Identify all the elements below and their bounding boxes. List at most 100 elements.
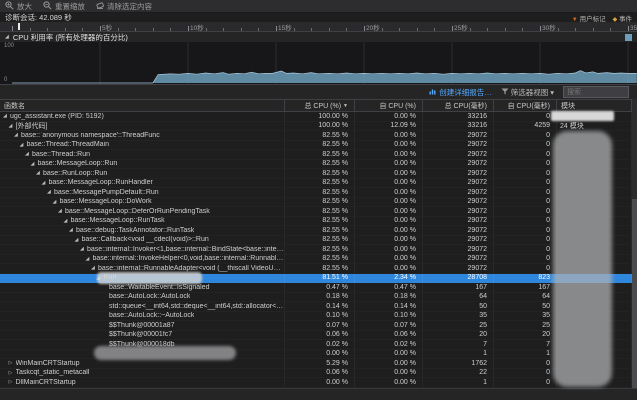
cpu-legend-swatch — [625, 34, 632, 41]
tree-expander-icon[interactable]: ◢ — [86, 256, 93, 262]
create-report-link[interactable]: 创建详细报告… — [429, 87, 492, 98]
table-row[interactable]: ◢[外部代码]100.00 %12.09 %33216425924 模块 — [0, 122, 632, 132]
vertical-scrollbar[interactable] — [632, 99, 637, 388]
total-cpu-ms: 29072 — [423, 150, 494, 159]
self-cpu-pct: 0.47 % — [355, 283, 423, 292]
table-row[interactable]: ◢base::MessageLoop::DeferOrRunPendingTas… — [0, 207, 632, 217]
module-name — [557, 369, 632, 378]
table-row[interactable]: ◢base::internal::Invoker<1,base::interna… — [0, 245, 632, 255]
column-header-3[interactable]: 总 CPU(毫秒) — [423, 100, 494, 111]
table-row[interactable]: base::AutoLock::~AutoLock0.10 %0.10 %353… — [0, 312, 632, 322]
tree-expander-icon[interactable]: ◢ — [3, 113, 10, 119]
tree-expander-icon[interactable]: ◢ — [9, 123, 16, 129]
table-row[interactable]: ◢base::`anonymous namespace'::ThreadFunc… — [0, 131, 632, 141]
table-row[interactable]: ▷DllMainCRTStartup0.00 %0.00 %10 — [0, 378, 632, 388]
column-header-4[interactable]: 自 CPU(毫秒) — [494, 100, 557, 111]
self-cpu-pct: 0.00 % — [355, 245, 423, 254]
call-tree: ◢ugc_assistant.exe (PID: 5192)100.00 %0.… — [0, 112, 632, 388]
module-name — [557, 207, 632, 216]
self-cpu-pct: 0.00 % — [355, 141, 423, 150]
function-name: base::RunLoop::Run — [43, 170, 107, 177]
playhead-caret[interactable] — [18, 23, 20, 30]
table-row[interactable]: ◢ugc_assistant.exe (PID: 5192)100.00 %0.… — [0, 112, 632, 122]
search-input[interactable] — [563, 86, 629, 98]
function-name: base::Callback<void __cdecl(void)>::Run — [82, 236, 209, 243]
total-cpu-ms: 29072 — [423, 217, 494, 226]
filter-label: 筛选器视图 — [511, 87, 549, 98]
table-row[interactable]: ▷Taskcqt_static_metacall0.06 %0.00 %220 — [0, 369, 632, 379]
function-name-cell: ◢base::MessagePumpDefault::Run — [0, 188, 285, 197]
self-cpu-ms: 64 — [494, 293, 557, 302]
table-row[interactable]: ◢base::MessageLoop::Run82.55 %0.00 %2907… — [0, 160, 632, 170]
table-row[interactable]: ◢Run81.51 %2.34 %28708823 — [0, 274, 632, 284]
table-row[interactable]: ◢base::MessageLoop::DoWork82.55 %0.00 %2… — [0, 198, 632, 208]
table-row[interactable]: 0.00 %0.00 %11 — [0, 350, 632, 360]
module-name — [557, 179, 632, 188]
table-row[interactable]: ◢base::internal::RunnableAdapter<void (_… — [0, 264, 632, 274]
total-cpu-pct: 82.55 % — [285, 245, 355, 254]
tree-expander-icon[interactable]: ◢ — [25, 151, 32, 157]
horizontal-scrollbar[interactable] — [0, 388, 637, 400]
cpu-plot[interactable]: 100 0 — [0, 42, 637, 85]
tree-expander-icon[interactable]: ◢ — [91, 265, 98, 271]
total-cpu-ms: 29072 — [423, 131, 494, 140]
tree-expander-icon[interactable]: ◢ — [20, 142, 27, 148]
self-cpu-ms: 0 — [494, 255, 557, 264]
zoom-in-button[interactable]: 放大 — [5, 1, 32, 12]
clear-selection-button[interactable]: 清除选定内容 — [96, 1, 152, 12]
tree-expander-icon[interactable]: ◢ — [80, 246, 87, 252]
tree-expander-icon[interactable]: ◢ — [69, 227, 76, 233]
self-cpu-pct: 0.02 % — [355, 340, 423, 349]
tree-expander-icon[interactable]: ▷ — [9, 370, 16, 376]
table-row[interactable]: ◢base::RunLoop::Run82.55 %0.00 %290720 — [0, 169, 632, 179]
tree-expander-icon[interactable]: ◢ — [58, 208, 65, 214]
tree-expander-icon[interactable]: ▷ — [9, 379, 16, 385]
module-name — [557, 350, 632, 359]
table-row[interactable]: ◢base::MessageLoop::RunTask82.55 %0.00 %… — [0, 217, 632, 227]
total-cpu-ms: 25 — [423, 321, 494, 330]
tree-expander-icon[interactable]: ◢ — [75, 237, 82, 243]
tree-expander-icon[interactable]: ◢ — [42, 180, 49, 186]
total-cpu-pct: 82.55 % — [285, 188, 355, 197]
table-row[interactable]: ◢base::Callback<void __cdecl(void)>::Run… — [0, 236, 632, 246]
function-name-cell: ◢base::MessageLoop::DeferOrRunPendingTas… — [0, 207, 285, 216]
self-cpu-pct: 0.07 % — [355, 321, 423, 330]
tree-expander-icon[interactable]: ◢ — [53, 199, 60, 205]
filter-dropdown[interactable]: 筛选器视图 ▾ — [501, 87, 554, 98]
table-row[interactable]: ◢base::internal::InvokeHelper<0,void,bas… — [0, 255, 632, 265]
tree-expander-icon[interactable]: ◢ — [47, 189, 54, 195]
column-header-5[interactable]: 模块 — [557, 100, 632, 111]
tree-expander-icon[interactable]: ◢ — [97, 275, 104, 281]
table-row[interactable]: $$Thunk@000018db0.02 %0.02 %77 — [0, 340, 632, 350]
scrollbar-thumb[interactable] — [632, 199, 637, 400]
column-header-2[interactable]: 自 CPU (%) — [355, 100, 423, 111]
table-row[interactable]: ◢base::Thread::ThreadMain82.55 %0.00 %29… — [0, 141, 632, 151]
table-row[interactable]: std::queue<__int64,std::deque<__int64,st… — [0, 302, 632, 312]
total-cpu-ms: 29072 — [423, 179, 494, 188]
cpu-utilization-chart[interactable] — [0, 42, 637, 84]
column-header-1[interactable]: 总 CPU (%)▼ — [285, 100, 355, 111]
table-row[interactable]: ▷WinMainCRTStartup5.29 %0.00 %17620 — [0, 359, 632, 369]
cpu-section-header[interactable]: ◢ CPU 利用率 (所有处理器的百分比) — [0, 31, 637, 42]
tree-expander-icon[interactable]: ◢ — [36, 170, 43, 176]
function-name-cell: ◢[外部代码] — [0, 122, 285, 131]
function-name: base::MessageLoop::DeferOrRunPendingTask — [65, 208, 210, 215]
table-row[interactable]: ◢base::Thread::Run82.55 %0.00 %290720 — [0, 150, 632, 160]
table-row[interactable]: base::WaitableEvent::IsSignaled0.47 %0.4… — [0, 283, 632, 293]
self-cpu-ms: 0 — [494, 141, 557, 150]
tree-expander-icon[interactable]: ▷ — [9, 360, 16, 366]
tree-expander-icon[interactable]: ◢ — [64, 218, 71, 224]
table-row[interactable]: $$Thunk@00001a870.07 %0.07 %2525 — [0, 321, 632, 331]
module-name — [557, 169, 632, 178]
table-row[interactable]: base::AutoLock::AutoLock0.18 %0.18 %6464 — [0, 293, 632, 303]
table-row[interactable]: ◢base::debug::TaskAnnotator::RunTask82.5… — [0, 226, 632, 236]
table-row[interactable]: $$Thunk@00001fc70.06 %0.06 %2020 — [0, 331, 632, 341]
tree-expander-icon[interactable]: ◢ — [31, 161, 38, 167]
tree-expander-icon[interactable]: ◢ — [14, 132, 21, 138]
table-row[interactable]: ◢base::MessagePumpDefault::Run82.55 %0.0… — [0, 188, 632, 198]
collapse-icon[interactable]: ◢ — [5, 34, 9, 40]
reset-zoom-button[interactable]: 重置缩放 — [43, 1, 85, 12]
function-name: base::MessagePumpDefault::Run — [54, 189, 159, 196]
table-row[interactable]: ◢base::MessageLoop::RunHandler82.55 %0.0… — [0, 179, 632, 189]
column-header-0[interactable]: 函数名 — [0, 100, 285, 111]
